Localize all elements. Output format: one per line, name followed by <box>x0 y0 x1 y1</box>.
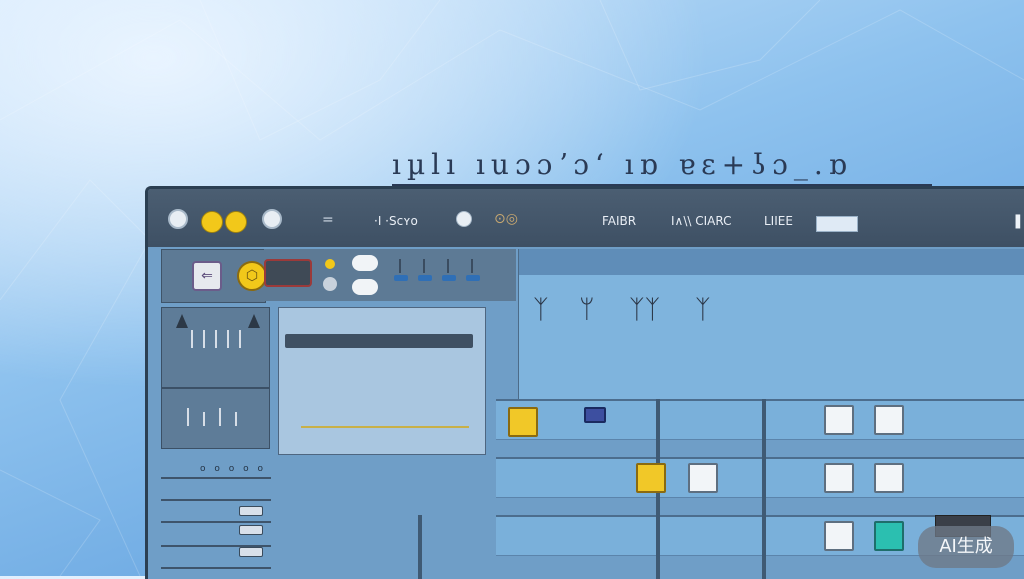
window-control-yellow-1[interactable] <box>201 211 223 233</box>
round-button[interactable] <box>456 211 472 227</box>
knob[interactable] <box>323 277 337 291</box>
track-divider <box>161 567 271 569</box>
titlebar-label-4: LIIEE <box>764 214 793 228</box>
grid-column-divider <box>762 399 766 579</box>
main-toolbar <box>264 249 516 301</box>
track-list <box>161 459 271 579</box>
arrow-left-icon: ⇐ <box>201 268 213 284</box>
track-toggle-icon[interactable] <box>239 525 263 535</box>
clip-white[interactable] <box>874 463 904 493</box>
ai-generated-badge: AI生成 <box>918 526 1014 568</box>
clip-navy[interactable] <box>584 407 606 423</box>
grid-row[interactable] <box>496 457 1024 498</box>
track-divider <box>161 521 271 523</box>
titlebar: = ·I ·Sᴄʏᴏ ⊙◎ FAIBR I∧\\ CIARC LIIEE ❚❚ <box>148 189 1024 247</box>
notation-area: ᛉ ᛘ ᛉᛉ ᛉ <box>518 249 1024 399</box>
clip-yellow[interactable] <box>636 463 666 493</box>
window-control-white[interactable] <box>168 209 188 229</box>
track-toggle-icon[interactable] <box>239 506 263 516</box>
slider-group[interactable] <box>388 255 508 295</box>
garbled-heading: ıµlı ıuɔɔʼɔʻ ıɒ ɐɛ+ʖɔ_.ɒ <box>392 148 952 188</box>
music-symbol: ᛉᛉ <box>629 295 661 325</box>
app-window: = ·I ·Sᴄʏᴏ ⊙◎ FAIBR I∧\\ CIARC LIIEE ❚❚ … <box>145 186 1024 579</box>
instrument-panel <box>161 307 270 449</box>
back-tool-button[interactable]: ⇐ <box>192 261 222 291</box>
track-divider <box>161 499 271 501</box>
toggle-bottom[interactable] <box>352 279 378 295</box>
notation-header <box>519 249 1024 275</box>
titlebar-label-1: ·I ·Sᴄʏᴏ <box>374 214 418 228</box>
toggle-top[interactable] <box>352 255 378 271</box>
clip-teal[interactable] <box>874 521 904 551</box>
menu-icon[interactable]: = <box>322 212 334 228</box>
pause-icon[interactable]: ❚❚ <box>1012 213 1024 229</box>
timeline-panel <box>278 307 486 455</box>
music-symbol: ᛉ <box>533 295 549 325</box>
music-symbol: ᛘ <box>579 295 595 325</box>
left-toolbox: ⇐ ⬡ <box>161 249 267 303</box>
grid-row[interactable] <box>496 399 1024 440</box>
clip-white[interactable] <box>824 463 854 493</box>
hexagon-icon: ⬡ <box>245 268 259 284</box>
clip-white[interactable] <box>874 405 904 435</box>
fader-bank[interactable] <box>162 308 269 448</box>
search-icon[interactable]: ⊙◎ <box>494 211 518 227</box>
clip-white[interactable] <box>824 405 854 435</box>
window-control-yellow-2[interactable] <box>225 211 247 233</box>
clip-yellow[interactable] <box>508 407 538 437</box>
window-control-white-2[interactable] <box>262 209 282 229</box>
grid-column-divider <box>418 515 422 579</box>
timeline-bar[interactable] <box>285 334 473 348</box>
track-toggle-icon[interactable] <box>239 547 263 557</box>
titlebar-input[interactable] <box>816 216 858 232</box>
heading-text: ıµlı ıuɔɔʼɔʻ ıɒ ɐɛ+ʖɔ_.ɒ <box>392 148 853 181</box>
timeline-marker <box>301 426 469 428</box>
titlebar-label-2: FAIBR <box>602 214 637 228</box>
clip-white[interactable] <box>824 521 854 551</box>
badge-text: AI生成 <box>939 536 993 557</box>
hex-tool-button[interactable]: ⬡ <box>237 261 267 291</box>
track-divider <box>161 477 271 479</box>
titlebar-label-3: I∧\\ CIARC <box>671 214 732 228</box>
music-symbol: ᛉ <box>695 295 711 325</box>
indicator-light <box>325 259 335 269</box>
clip-white[interactable] <box>688 463 718 493</box>
record-button[interactable] <box>264 259 312 287</box>
